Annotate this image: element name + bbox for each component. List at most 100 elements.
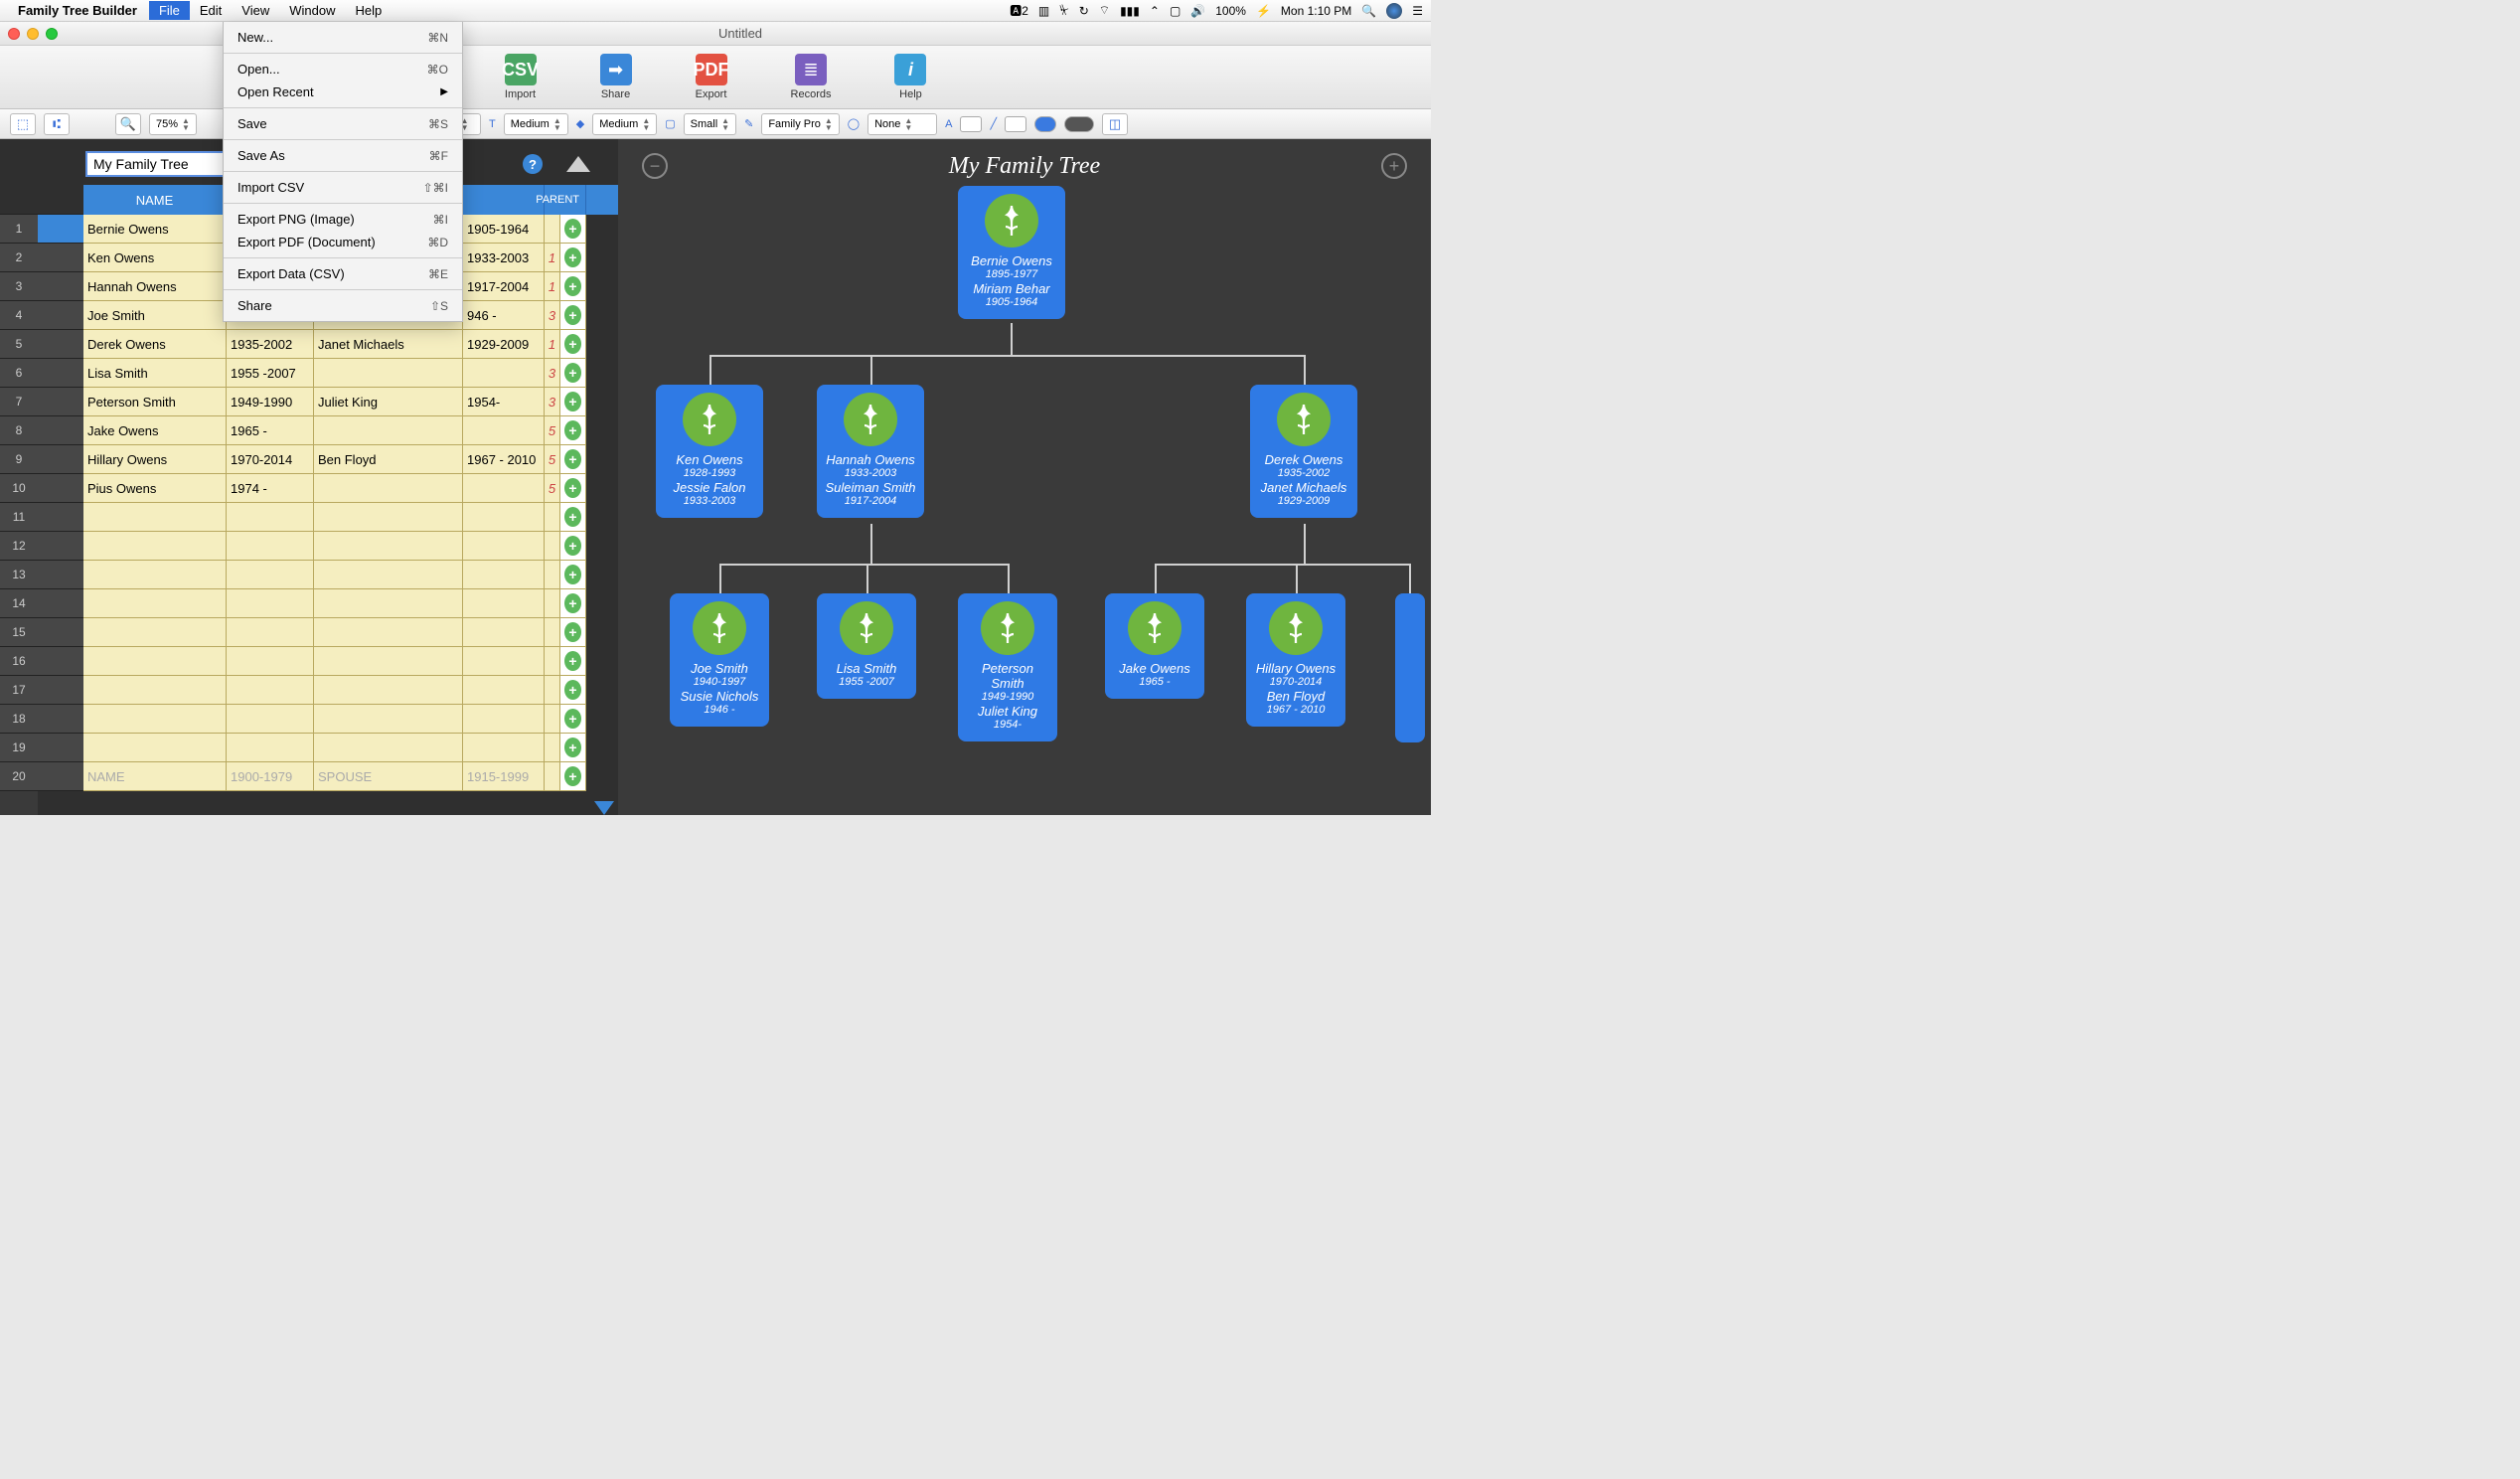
timemachine-icon[interactable]: ↻ — [1079, 4, 1089, 18]
row-number[interactable]: 12 — [0, 532, 38, 561]
row-number[interactable]: 3 — [0, 272, 38, 301]
add-row-button[interactable]: + — [564, 622, 581, 642]
row-selector[interactable] — [38, 647, 83, 676]
table-row[interactable]: + — [83, 561, 618, 589]
spotlight-icon[interactable]: 🔍 — [1361, 4, 1376, 18]
add-row-button[interactable]: + — [564, 305, 581, 325]
row-number[interactable]: 13 — [0, 561, 38, 589]
add-row-button[interactable]: + — [564, 565, 581, 584]
menu-item-import-csv[interactable]: Import CSV⇧⌘I — [224, 176, 462, 199]
row-selector[interactable] — [38, 388, 83, 416]
row-selector[interactable] — [38, 762, 83, 791]
row-number[interactable]: 16 — [0, 647, 38, 676]
table-row[interactable]: Hillary Owens1970-2014Ben Floyd1967 - 20… — [83, 445, 618, 474]
row-number[interactable]: 11 — [0, 503, 38, 532]
menu-item-export-pdf-document-[interactable]: Export PDF (Document)⌘D — [224, 231, 462, 253]
add-row-button[interactable]: + — [564, 334, 581, 354]
tree-node-hannah[interactable]: Hannah Owens1933-2003Suleiman Smith1917-… — [817, 385, 924, 518]
row-selector[interactable] — [38, 532, 83, 561]
clock[interactable]: Mon 1:10 PM — [1281, 4, 1351, 18]
row-number[interactable]: 2 — [0, 244, 38, 272]
zoom-select[interactable]: 75%▲▼ — [149, 113, 197, 135]
wifi-ext-icon[interactable]: ⏧ — [1059, 3, 1068, 18]
row-number[interactable]: 8 — [0, 416, 38, 445]
row-selector[interactable] — [38, 215, 83, 244]
window-minimize-button[interactable] — [27, 28, 39, 40]
add-row-button[interactable]: + — [564, 536, 581, 556]
row-selector[interactable] — [38, 503, 83, 532]
airplay-icon[interactable]: ▢ — [1170, 4, 1181, 18]
window-maximize-button[interactable] — [46, 28, 58, 40]
tree-canvas[interactable]: − + My Family Tree Bernie Owens1895-1977… — [618, 139, 1431, 815]
toolbar-share-button[interactable]: ➡Share — [600, 54, 632, 100]
add-row-button[interactable]: + — [564, 363, 581, 383]
menu-item-save-as[interactable]: Save As⌘F — [224, 144, 462, 167]
toolbar-export-button[interactable]: PDFExport — [696, 54, 727, 100]
row-selector[interactable] — [38, 705, 83, 734]
menu-window[interactable]: Window — [279, 1, 345, 20]
table-row[interactable]: + — [83, 647, 618, 676]
menu-help[interactable]: Help — [346, 1, 393, 20]
tree-node-root[interactable]: Bernie Owens1895-1977Miriam Behar1905-19… — [958, 186, 1065, 319]
window-close-button[interactable] — [8, 28, 20, 40]
tree-node-lisa[interactable]: Lisa Smith1955 -2007 — [817, 593, 916, 699]
row-selector[interactable] — [38, 272, 83, 301]
tree-node-peterson[interactable]: Peterson Smith1949-1990Juliet King1954- — [958, 593, 1057, 741]
add-row-button[interactable]: + — [564, 593, 581, 613]
table-row[interactable]: Pius Owens1974 -5+ — [83, 474, 618, 503]
row-number[interactable]: 7 — [0, 388, 38, 416]
wifi-icon[interactable]: ⌃ — [1150, 4, 1160, 18]
help-badge-icon[interactable]: ? — [523, 154, 543, 174]
menu-file[interactable]: File — [149, 1, 190, 20]
row-number[interactable]: 20 — [0, 762, 38, 791]
tree-node-hillary[interactable]: Hillary Owens1970-2014Ben Floyd1967 - 20… — [1246, 593, 1345, 727]
adobe-icon[interactable]: 🅰 2 — [1010, 2, 1028, 19]
row-number[interactable]: 6 — [0, 359, 38, 388]
zoom-out-button[interactable]: − — [642, 153, 668, 179]
row-number[interactable]: 14 — [0, 589, 38, 618]
add-row-button[interactable]: + — [564, 449, 581, 469]
add-row-button[interactable]: + — [564, 709, 581, 729]
collapse-up-icon[interactable] — [566, 156, 590, 172]
menu-item-new-[interactable]: New...⌘N — [224, 26, 462, 49]
header-parent[interactable]: PARENT — [545, 185, 586, 215]
table-row[interactable]: + — [83, 532, 618, 561]
zoom-icon[interactable]: 🔍 — [115, 113, 141, 135]
add-row-button[interactable]: + — [564, 478, 581, 498]
tree-node-ken[interactable]: Ken Owens1928-1993Jessie Falon1933-2003 — [656, 385, 763, 518]
table-row[interactable]: Lisa Smith1955 -20073+ — [83, 359, 618, 388]
bluetooth-icon[interactable]: ⌔ — [1099, 3, 1110, 18]
add-row-button[interactable]: + — [564, 680, 581, 700]
text-color-swatch[interactable] — [960, 116, 982, 132]
row-number[interactable]: 18 — [0, 705, 38, 734]
row-number[interactable]: 15 — [0, 618, 38, 647]
row-selector[interactable] — [38, 589, 83, 618]
row-number[interactable]: 1 — [0, 215, 38, 244]
tree-node-partial[interactable] — [1395, 593, 1425, 742]
tree-node-derek[interactable]: Derek Owens1935-2002Janet Michaels1929-2… — [1250, 385, 1357, 518]
battery-icon[interactable]: ▮▮▮ — [1120, 4, 1140, 18]
hierarchy-button[interactable]: ⑆ — [44, 113, 70, 135]
row-selector[interactable] — [38, 618, 83, 647]
add-row-button[interactable]: + — [564, 651, 581, 671]
add-row-button[interactable]: + — [564, 392, 581, 411]
row-number[interactable]: 10 — [0, 474, 38, 503]
add-row-button[interactable]: + — [564, 420, 581, 440]
row-number[interactable]: 17 — [0, 676, 38, 705]
add-row-button[interactable]: + — [564, 738, 581, 757]
table-row[interactable]: + — [83, 589, 618, 618]
table-row[interactable]: + — [83, 618, 618, 647]
toolbar-import-button[interactable]: CSVImport — [505, 54, 537, 100]
table-row[interactable]: Jake Owens1965 -5+ — [83, 416, 618, 445]
add-row-button[interactable]: + — [564, 276, 581, 296]
table-row[interactable]: Derek Owens1935-2002Janet Michaels1929-2… — [83, 330, 618, 359]
spacing-select[interactable]: Small▲▼ — [684, 113, 736, 135]
line-color-swatch[interactable] — [1005, 116, 1026, 132]
table-row[interactable]: + — [83, 705, 618, 734]
node-color-swatch[interactable] — [1034, 116, 1056, 132]
menu-item-export-data-csv-[interactable]: Export Data (CSV)⌘E — [224, 262, 462, 285]
header-sdates[interactable] — [463, 185, 545, 215]
tree-title-input[interactable] — [85, 151, 225, 177]
menu-view[interactable]: View — [232, 1, 279, 20]
add-row-button[interactable]: + — [564, 247, 581, 267]
